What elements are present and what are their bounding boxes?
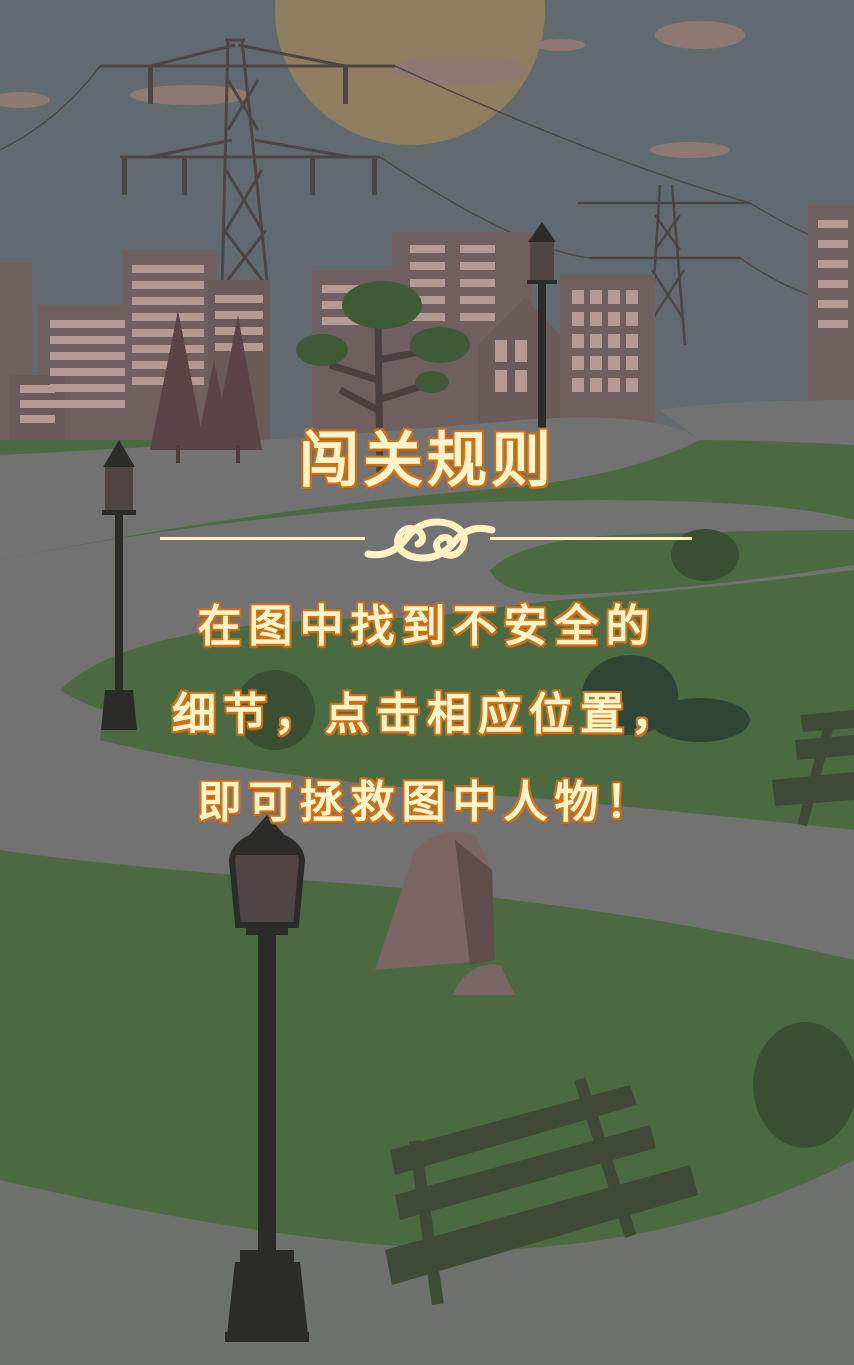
divider-left (160, 537, 365, 540)
rules-overlay: 闯关规则 在图中找到不安全的 细节，点击相应位置， 即可拯救图中人物！ (0, 0, 854, 1365)
rule-line-3: 即可拯救图中人物！ (197, 777, 657, 828)
rule-line-2: 细节，点击相应位置， (172, 689, 682, 740)
page-title: 闯关规则 (299, 426, 555, 496)
rules-text: 在图中找到不安全的 细节，点击相应位置， 即可拯救图中人物！ (0, 596, 854, 860)
divider-right (490, 537, 692, 540)
rule-line-1: 在图中找到不安全的 (197, 601, 657, 652)
swirl-ornament-icon (364, 518, 496, 562)
